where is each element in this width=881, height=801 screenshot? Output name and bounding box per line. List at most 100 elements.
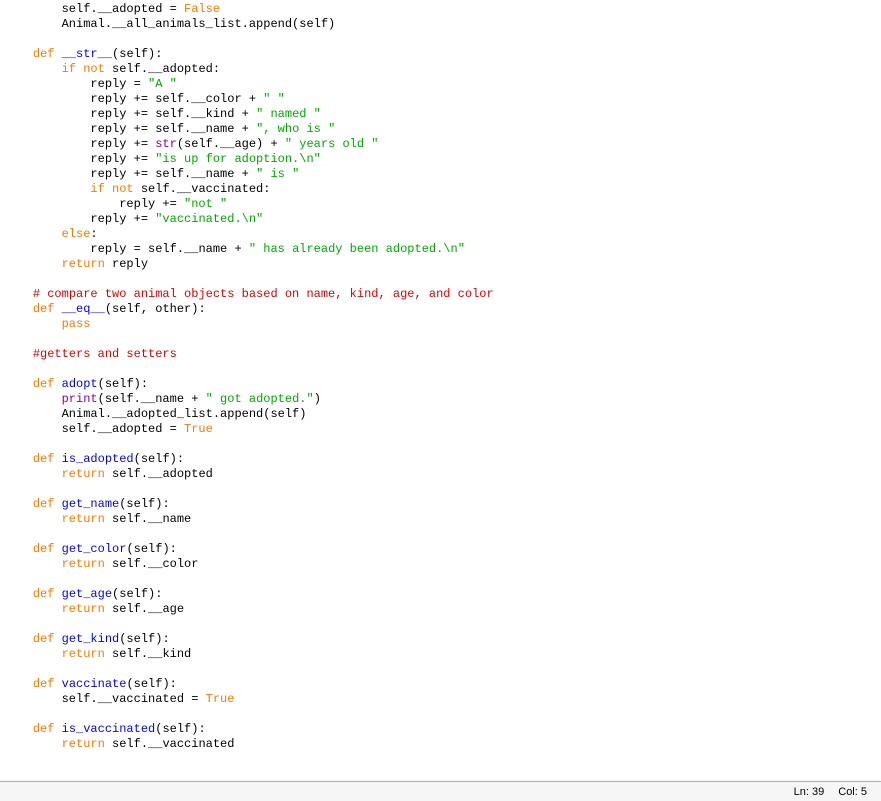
code-line[interactable]: reply = self.__name + " has already been… [4, 242, 877, 257]
code-line[interactable]: Animal.__all_animals_list.append(self) [4, 17, 877, 32]
code-token: return [62, 647, 105, 661]
code-line[interactable] [4, 707, 877, 722]
code-line[interactable]: reply += str(self.__age) + " years old " [4, 137, 877, 152]
code-line[interactable]: reply += self.__name + ", who is " [4, 122, 877, 137]
code-token: reply += self.__color + [90, 92, 263, 106]
code-token: (self): [119, 497, 169, 511]
code-token: return [62, 512, 105, 526]
code-line[interactable]: reply += self.__name + " is " [4, 167, 877, 182]
code-token: " named " [256, 107, 321, 121]
code-line[interactable]: reply += "vaccinated.\n" [4, 212, 877, 227]
code-line[interactable]: reply += self.__color + " " [4, 92, 877, 107]
code-token: " got adopted." [206, 392, 314, 406]
code-line[interactable]: def get_age(self): [4, 587, 877, 602]
code-token: vaccinate [62, 677, 127, 691]
code-token: reply += self.__name + [90, 122, 256, 136]
code-line[interactable]: self.__adopted = False [4, 2, 877, 17]
code-token: # compare two animal objects based on na… [33, 287, 494, 301]
code-line[interactable]: self.__vaccinated = True [4, 692, 877, 707]
code-token: pass [62, 317, 91, 331]
code-line[interactable] [4, 662, 877, 677]
code-line[interactable] [4, 272, 877, 287]
code-token: self.__name [105, 512, 191, 526]
code-token: adopt [62, 377, 98, 391]
code-token: (self.__age) + [177, 137, 285, 151]
code-line[interactable] [4, 617, 877, 632]
code-line[interactable]: def __str__(self): [4, 47, 877, 62]
code-token: def [33, 377, 55, 391]
code-line[interactable]: def get_kind(self): [4, 632, 877, 647]
code-token: reply = [90, 77, 148, 91]
code-line[interactable]: reply += "is up for adoption.\n" [4, 152, 877, 167]
code-editor[interactable]: self.__adopted = False Animal.__all_anim… [0, 0, 881, 781]
code-line[interactable] [4, 332, 877, 347]
code-token: (self): [119, 632, 169, 646]
code-line[interactable]: if not self.__adopted: [4, 62, 877, 77]
code-line[interactable] [4, 527, 877, 542]
code-line[interactable]: else: [4, 227, 877, 242]
code-token: : [90, 227, 97, 241]
code-token [54, 452, 61, 466]
code-line[interactable]: reply = "A " [4, 77, 877, 92]
code-token: ) [314, 392, 321, 406]
code-token: self.__kind [105, 647, 191, 661]
code-line[interactable]: return self.__kind [4, 647, 877, 662]
code-token: self.__vaccinated [105, 737, 235, 751]
code-token: str [155, 137, 177, 151]
code-line[interactable] [4, 362, 877, 377]
code-line[interactable]: def is_vaccinated(self): [4, 722, 877, 737]
code-token: __eq__ [62, 302, 105, 316]
code-token: False [184, 2, 220, 16]
code-token [54, 677, 61, 691]
line-label: Ln: [794, 786, 809, 798]
code-line[interactable]: Animal.__adopted_list.append(self) [4, 407, 877, 422]
code-line[interactable]: if not self.__vaccinated: [4, 182, 877, 197]
code-line[interactable] [4, 482, 877, 497]
code-line[interactable]: return self.__vaccinated [4, 737, 877, 752]
code-token: get_age [62, 587, 112, 601]
code-line[interactable]: # compare two animal objects based on na… [4, 287, 877, 302]
code-line[interactable] [4, 437, 877, 452]
code-line[interactable]: self.__adopted = True [4, 422, 877, 437]
code-token: self.__adopted: [105, 62, 220, 76]
code-token [54, 632, 61, 646]
code-line[interactable] [4, 32, 877, 47]
code-token: __str__ [62, 47, 112, 61]
code-token [54, 722, 61, 736]
code-token: self.__age [105, 602, 184, 616]
code-line[interactable]: def adopt(self): [4, 377, 877, 392]
code-token: " " [263, 92, 285, 106]
code-line[interactable]: print(self.__name + " got adopted.") [4, 392, 877, 407]
code-line[interactable]: reply += self.__kind + " named " [4, 107, 877, 122]
code-token [54, 302, 61, 316]
code-line[interactable]: pass [4, 317, 877, 332]
code-line[interactable]: def vaccinate(self): [4, 677, 877, 692]
code-token: " is " [256, 167, 299, 181]
code-line[interactable]: def is_adopted(self): [4, 452, 877, 467]
code-line[interactable]: return self.__name [4, 512, 877, 527]
code-line[interactable]: return self.__age [4, 602, 877, 617]
code-token: (self.__name + [98, 392, 206, 406]
code-token: self.__adopted = [62, 422, 184, 436]
code-line[interactable]: #getters and setters [4, 347, 877, 362]
code-line[interactable]: def get_name(self): [4, 497, 877, 512]
code-line[interactable]: return reply [4, 257, 877, 272]
code-token: (self): [98, 377, 148, 391]
code-token: self.__adopted [105, 467, 213, 481]
code-token: (self): [126, 677, 176, 691]
code-token: (self): [134, 452, 184, 466]
code-line[interactable]: def get_color(self): [4, 542, 877, 557]
code-token: reply += [90, 137, 155, 151]
code-line[interactable]: return self.__adopted [4, 467, 877, 482]
code-token: return [62, 737, 105, 751]
code-line[interactable] [4, 572, 877, 587]
code-token: Animal.__adopted_list.append(self) [62, 407, 307, 421]
code-token: True [184, 422, 213, 436]
code-line[interactable]: def __eq__(self, other): [4, 302, 877, 317]
code-token: "A " [148, 77, 177, 91]
code-token: (self): [126, 542, 176, 556]
code-token: reply += self.__kind + [90, 107, 256, 121]
code-line[interactable]: return self.__color [4, 557, 877, 572]
code-token: def [33, 587, 55, 601]
code-line[interactable]: reply += "not " [4, 197, 877, 212]
